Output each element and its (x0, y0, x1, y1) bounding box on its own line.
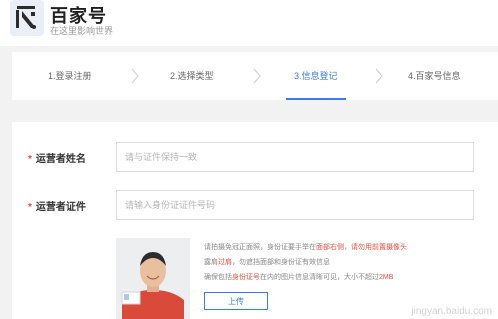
chevron-right-icon (131, 68, 139, 84)
chevron-right-icon (375, 68, 383, 84)
note-text: ，勿遮挡面部和身份证有效信息 (232, 259, 330, 266)
note-highlight: 身份证号 (232, 274, 260, 281)
note-text: 露肩 (204, 259, 218, 266)
baijiahao-logo-icon (16, 6, 36, 29)
step-info-registration[interactable]: 3.信息登记 (286, 52, 345, 100)
note-highlight: 过肩 (218, 259, 232, 266)
operator-name-label-text: 运营者姓名 (35, 154, 86, 165)
step-select-type[interactable]: 2.选择类型 (170, 52, 214, 100)
note-text: 确保包括 (204, 274, 232, 281)
required-mark: * (28, 154, 32, 165)
note-highlight: 2MB (379, 274, 394, 281)
operator-id-label: * 运营者证件 (28, 198, 86, 213)
brand-subtitle: 在这里影响世界 (50, 26, 114, 36)
chevron-right-icon (253, 68, 261, 84)
photo-instruction-line-3: 确保包括身份证号在内的图片信息清晰可见，大小不超过2MB (204, 272, 393, 282)
note-text: 在内的图片信息清晰可见，大小不超过 (260, 274, 379, 281)
operator-id-input[interactable] (116, 190, 474, 220)
step-baijiahao-info[interactable]: 4.百家号信息 (408, 52, 461, 100)
note-highlight: 面部右侧 (316, 244, 344, 251)
note-text: ， (344, 244, 351, 251)
watermark: jingyan.baidu.com (411, 306, 492, 317)
step-login-register[interactable]: 1.登录注册 (48, 52, 92, 100)
sample-photo (116, 238, 190, 319)
photo-instruction-line-1: 请拍摄免冠正面照，身份证要手举在面部右侧，请勿用前置摄像头 (204, 242, 407, 252)
operator-id-label-text: 运营者证件 (35, 202, 86, 213)
note-text: 请拍摄免冠正面照，身份证要手举在 (204, 244, 316, 251)
upload-button[interactable]: 上传 (204, 292, 268, 310)
photo-instruction-line-2: 露肩过肩，勿遮挡面部和身份证有效信息 (204, 257, 330, 267)
steps-bar: 1.登录注册 2.选择类型 3.信息登记 4.百家号信息 (12, 52, 498, 100)
person-holding-id-icon (116, 238, 190, 319)
note-highlight: 请勿用前置摄像头 (351, 244, 407, 251)
operator-name-input[interactable] (116, 142, 474, 172)
required-mark: * (28, 202, 32, 213)
logo (10, 0, 44, 36)
top-bar: 百家号 在这里影响世界 (0, 0, 498, 46)
operator-name-label: * 运营者姓名 (28, 150, 86, 165)
